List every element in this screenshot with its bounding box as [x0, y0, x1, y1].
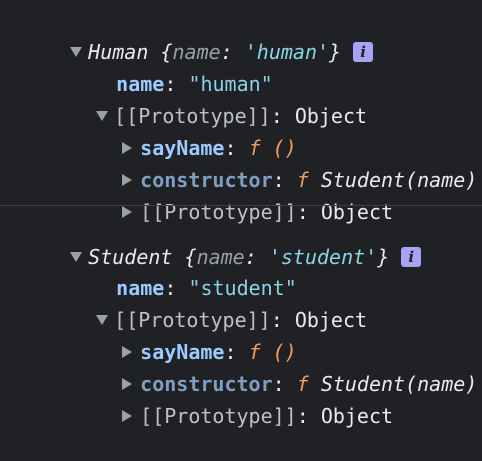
method-sayname-row[interactable]: sayName: f (): [74, 307, 297, 364]
method-sayname-row[interactable]: sayName: f (): [74, 103, 297, 160]
chevron-right-icon[interactable]: [122, 409, 133, 422]
inner-prototype-row[interactable]: [[Prototype]]: Object: [74, 167, 393, 224]
prototype-row[interactable]: [[Prototype]]: Object: [48, 71, 367, 128]
object-entry-human: Human {name: 'human'} i name: "human" [[P…: [0, 0, 482, 224]
constructor-row[interactable]: constructor: f Student(name): [74, 339, 477, 396]
object-entry-student: Student {name: 'student'} i name: "studen…: [0, 205, 482, 428]
object-header[interactable]: Human {name: 'human'} i: [22, 7, 374, 64]
info-icon[interactable]: i: [401, 246, 422, 267]
info-icon[interactable]: i: [353, 41, 374, 62]
prototype-row[interactable]: [[Prototype]]: Object: [48, 275, 367, 332]
property-name: name: "student": [116, 276, 297, 300]
constructor-row[interactable]: constructor: f Student(name): [74, 135, 477, 192]
object-header[interactable]: Student {name: 'student'} i: [22, 212, 422, 269]
inner-prototype-row[interactable]: [[Prototype]]: Object: [74, 371, 393, 428]
property-name: name: "human": [116, 72, 273, 96]
